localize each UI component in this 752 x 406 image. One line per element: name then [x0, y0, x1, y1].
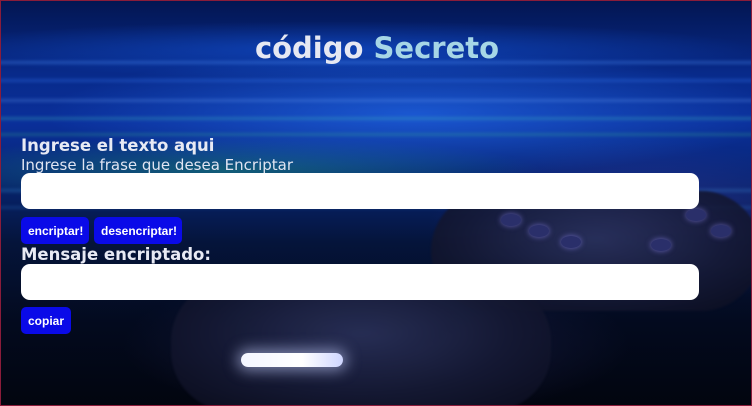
- title-main: código: [254, 31, 364, 65]
- output-heading: Mensaje encriptado:: [21, 245, 211, 264]
- decrypt-button[interactable]: desencriptar!: [94, 217, 182, 244]
- encrypted-output-field[interactable]: [21, 264, 699, 300]
- title-accent: Secreto: [373, 31, 500, 65]
- copy-button[interactable]: copiar: [21, 307, 71, 334]
- page-title: código Secreto: [1, 31, 752, 65]
- input-instructions: Ingrese la frase que desea Encriptar: [21, 156, 294, 174]
- text-input-field[interactable]: [21, 173, 699, 209]
- encrypt-button[interactable]: encriptar!: [21, 217, 89, 244]
- input-heading: Ingrese el texto aqui: [21, 136, 215, 155]
